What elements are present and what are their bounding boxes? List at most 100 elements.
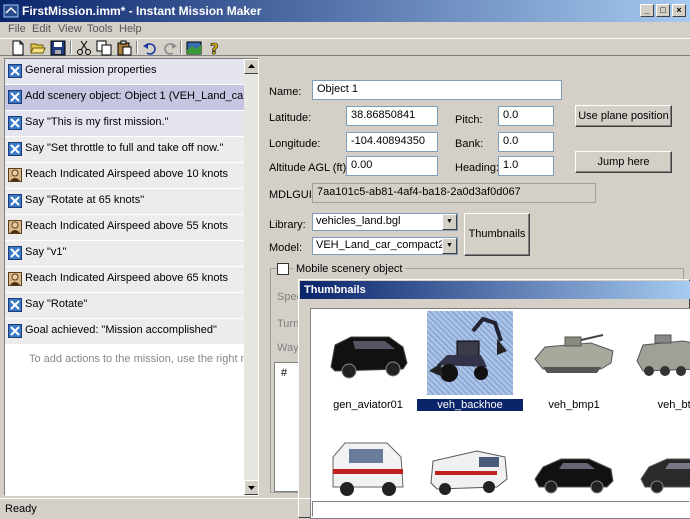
scroll-up-button[interactable] [244,59,258,74]
map-icon[interactable] [186,40,202,56]
toolbar-separator [180,41,182,54]
heading-label: Heading: [455,162,500,174]
mission-icon [8,90,22,104]
scroll-down-button[interactable] [244,480,258,495]
redo-icon[interactable] [162,40,178,56]
chevron-up-icon [248,64,255,68]
pilot-icon [8,168,22,182]
menu-file[interactable]: File [8,23,26,35]
status-text: Ready [5,503,37,515]
mission-icon [8,194,22,208]
table-header-hash: # [281,367,288,379]
mobile-scenery-label: Mobile scenery object [293,263,406,275]
list-item-label: Reach Indicated Airspeed above 65 knots [25,272,229,284]
list-item-label: General mission properties [25,64,157,76]
model-label: Model: [269,242,303,254]
list-item-label: Goal achieved: "Mission accomplished" [25,324,217,336]
list-item-label: Say "Rotate at 65 knots" [25,194,145,206]
mobile-scenery-checkbox[interactable] [277,263,289,275]
list-item[interactable]: Reach Indicated Airspeed above 65 knots [5,267,244,293]
list-item[interactable]: Goal achieved: "Mission accomplished" [5,319,244,345]
thumbnails-button[interactable]: Thumbnails [464,213,530,256]
bank-label: Bank: [455,138,484,150]
copy-icon[interactable] [96,40,112,56]
mission-icon [8,324,22,338]
close-button[interactable]: × [672,4,686,17]
menu-help[interactable]: Help [119,23,142,35]
undo-icon[interactable] [142,40,158,56]
latitude-field[interactable]: 38.86850841 [346,106,438,126]
tank-icon [534,334,614,373]
name-field[interactable]: Object 1 [312,80,562,100]
mdlguid-field: 7aa101c5-ab81-4af4-ba18-2a0d3af0d067 [312,183,596,203]
action-list[interactable]: General mission properties Add scenery ob… [4,58,259,496]
menu-edit[interactable]: Edit [32,23,51,35]
status-pane [312,501,690,517]
paste-icon[interactable] [116,40,132,56]
list-item[interactable]: Say "Rotate" [5,293,244,319]
thumbnail-grid[interactable]: gen_aviator01 veh_backhoe veh_bmp1 veh_b [310,308,690,519]
chevron-down-icon[interactable]: ▼ [442,214,457,230]
pilot-icon [8,272,22,286]
waypoints-table[interactable]: # [274,362,300,492]
library-select[interactable]: vehicles_land.bgl ▼ [312,213,458,231]
pitch-label: Pitch: [455,114,483,126]
use-plane-position-button[interactable]: Use plane position [575,105,672,127]
help-icon[interactable]: ? [206,40,222,56]
library-label: Library: [269,219,306,231]
vertical-scrollbar[interactable] [244,59,258,495]
menu-tools[interactable]: Tools [87,23,113,35]
suv-icon [330,336,408,379]
window-title: FirstMission.imm* - Instant Mission Make… [22,4,262,18]
toolbar-separator [136,41,138,54]
cut-icon[interactable] [76,40,92,56]
minimize-button[interactable]: _ [640,4,654,17]
chevron-down-icon [248,486,255,490]
thumbnail-caption: veh_btr [657,399,690,411]
apc-icon [636,334,690,376]
bank-field[interactable]: 0.0 [498,132,554,152]
jump-here-button[interactable]: Jump here [575,151,672,173]
mission-icon [8,116,22,130]
model-select[interactable]: VEH_Land_car_compact2_red ▼ [312,237,458,255]
mission-icon [8,298,22,312]
title-bar[interactable]: FirstMission.imm* - Instant Mission Make… [0,0,690,22]
name-label: Name: [269,86,302,98]
list-item[interactable]: Say "This is my first mission." [5,111,244,137]
list-item[interactable]: Add scenery object: Object 1 (VEH_Land_c… [5,85,244,111]
thumbnail-caption: veh_bmp1 [548,399,600,411]
list-item[interactable]: Say "Rotate at 65 knots" [5,189,244,215]
open-icon[interactable] [30,40,46,56]
altitude-label: Altitude AGL (ft): [269,162,350,174]
menu-view[interactable]: View [58,23,82,35]
list-item[interactable]: Say "v1" [5,241,244,267]
list-item[interactable]: Reach Indicated Airspeed above 55 knots [5,215,244,241]
mission-icon [8,64,22,78]
svg-text:?: ? [210,40,219,56]
new-icon[interactable] [10,40,26,56]
list-item-label: Say "Rotate" [25,298,88,310]
list-item-label: Add scenery object: Object 1 (VEH_Land_c… [25,90,244,102]
chevron-down-icon[interactable]: ▼ [442,238,457,254]
heading-field[interactable]: 1.0 [498,156,554,176]
altitude-field[interactable]: 0.00 [346,156,438,176]
backhoe-icon [429,316,507,382]
thumbnails-title: Thumbnails [300,281,690,299]
library-select-value: vehicles_land.bgl [316,215,401,227]
maximize-button[interactable]: □ [656,4,670,17]
list-hint: To add actions to the mission, use the r… [29,353,258,365]
save-icon[interactable] [50,40,66,56]
list-item[interactable]: Say "Set throttle to full and take off n… [5,137,244,163]
pitch-field[interactable]: 0.0 [498,106,554,126]
longitude-label: Longitude: [269,138,321,150]
turn-label: Turn [277,318,300,330]
mission-icon [8,142,22,156]
list-item[interactable]: Reach Indicated Airspeed above 10 knots [5,163,244,189]
thumbnail-caption: gen_aviator01 [333,399,403,411]
list-item[interactable]: General mission properties [5,59,244,85]
app-icon [3,4,19,18]
thumbnails-window[interactable]: Thumbnails gen_aviator01 veh_backhoe veh… [298,279,690,519]
menu-bar: File Edit View Tools Help [0,22,690,38]
thumbnail-selection [427,311,513,395]
longitude-field[interactable]: -104.40894350 [346,132,438,152]
